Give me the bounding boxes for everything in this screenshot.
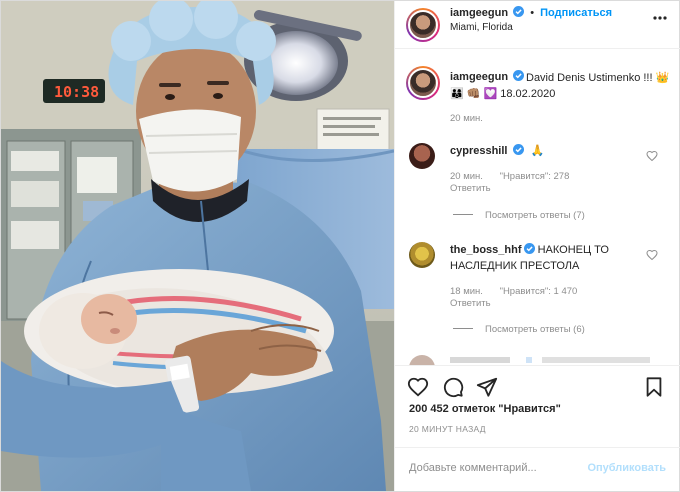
post-photo[interactable]: 10:38 [1,1,394,491]
reply-button[interactable]: Ответить [450,183,491,194]
verified-icon [513,6,525,17]
commenter-avatar[interactable] [409,355,435,365]
comment-line: cypresshill 🙏 [450,144,544,157]
comment-meta: 18 мин. "Нравится": 1 470 [450,286,577,297]
post-location[interactable]: Miami, Florida [450,22,513,33]
comment-icon[interactable] [442,376,464,398]
commenter-avatar[interactable] [409,242,435,268]
caption-avatar[interactable] [406,66,440,100]
commenter-avatar[interactable] [409,143,435,169]
caption-text: David Denis Ustimenko !!! 👑 👨‍👩‍👦 👊🏽 💟 1… [450,72,670,100]
separator-dot: • [530,7,535,19]
follow-button[interactable]: Подписаться [540,7,612,19]
comment-username[interactable]: cypresshill [450,145,507,157]
add-comment-bar: Опубликовать [395,447,680,491]
comment-likes[interactable]: "Нравится": 278 [500,171,570,182]
comment-heart-icon[interactable] [646,150,658,162]
comment-time[interactable]: 20 мин. [450,171,483,182]
comment-text: 🙏 [530,145,545,157]
comment-heart-icon[interactable] [646,249,658,261]
caption-time[interactable]: 20 мин. [450,113,483,124]
post-header: iamgeegun • Подписаться Miami, Florida [395,1,680,49]
reply-button[interactable]: Ответить [450,298,491,309]
view-replies-label: Посмотреть ответы (6) [485,324,585,335]
comments-list[interactable]: iamgeegun David Denis Ustimenko !!! 👑 👨‍… [395,50,680,365]
verified-icon [512,144,524,155]
comment-username[interactable]: the_boss_hhf [450,244,522,256]
heart-icon[interactable] [407,376,429,398]
header-line: iamgeegun • Подписаться [450,6,612,19]
post-timestamp[interactable]: 20 МИНУТ НАЗАД [409,424,486,434]
more-icon[interactable] [652,10,668,31]
author-username[interactable]: iamgeegun [450,7,508,19]
comment-meta: 20 мин. "Нравится": 278 [450,171,569,182]
publish-button[interactable]: Опубликовать [587,462,666,474]
view-replies-button[interactable]: Посмотреть ответы (7) [453,210,585,221]
comment-line: the_boss_hhf НАКОНЕЦ ТО НАСЛЕДНИК ПРЕСТО… [450,242,660,274]
share-icon[interactable] [476,376,498,398]
replies-line [453,328,473,329]
likes-count[interactable]: 200 452 отметок "Нравится" [409,403,561,415]
verified-icon [523,243,535,254]
comment-time[interactable]: 18 мин. [450,286,483,297]
post-sidebar: iamgeegun • Подписаться Miami, Florida i… [394,1,680,491]
action-bar [395,365,680,405]
comment-preview [450,357,650,363]
bookmark-icon[interactable] [643,376,665,398]
replies-line [453,214,473,215]
comment-likes[interactable]: "Нравится": 1 470 [500,286,578,297]
view-replies-label: Посмотреть ответы (7) [485,210,585,221]
author-avatar[interactable] [406,8,440,42]
wall-clock-readout: 10:38 [54,83,99,101]
comment-input[interactable] [409,462,569,474]
view-replies-button[interactable]: Посмотреть ответы (6) [453,324,585,335]
